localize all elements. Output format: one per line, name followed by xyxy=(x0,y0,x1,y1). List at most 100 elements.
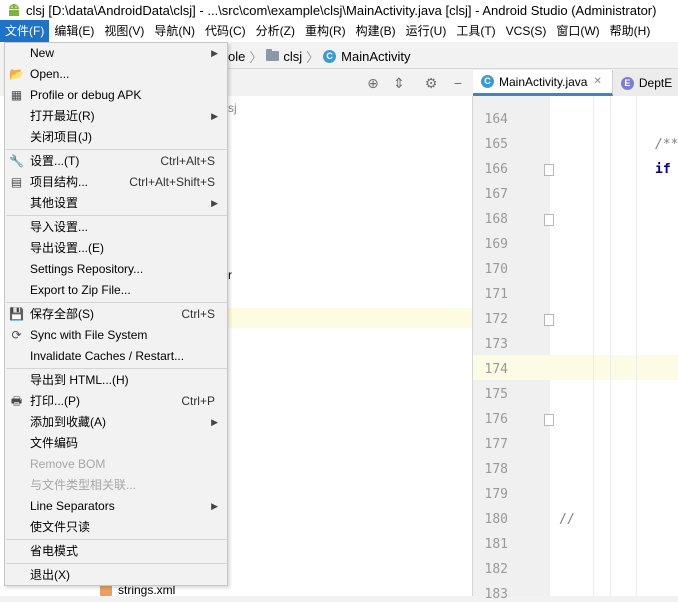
menu-item-label: 打开最近(R) xyxy=(30,109,95,123)
menu-file[interactable]: 文件(F) xyxy=(0,20,50,42)
tree-row-selected[interactable] xyxy=(228,308,472,328)
fold-marker[interactable] xyxy=(544,314,554,326)
line-number: 164 xyxy=(484,112,508,127)
menu-code[interactable]: 代码(C) xyxy=(200,20,251,42)
menu-item-make-read-only[interactable]: 使文件只读 xyxy=(5,517,227,538)
menu-item-export-settings[interactable]: 导出设置...(E) xyxy=(5,238,227,259)
menu-item-label: 打印...(P) xyxy=(30,394,80,408)
menu-analyze[interactable]: 分析(Z) xyxy=(251,20,300,42)
menu-item-label: Sync with File System xyxy=(30,328,148,342)
menu-edit[interactable]: 编辑(E) xyxy=(49,20,99,42)
menu-item-label: 项目结构... xyxy=(30,175,89,189)
breadcrumb-item-package[interactable]: clsj xyxy=(266,49,302,64)
code-comment: /** xyxy=(655,137,678,152)
breadcrumb: ole 〉 clsj 〉 C MainActivity xyxy=(228,44,678,69)
menu-item-settings-repository[interactable]: Settings Repository... xyxy=(5,259,227,280)
menu-item-sync-file-system[interactable]: ⟳ Sync with File System xyxy=(5,325,227,346)
menu-item-close-project[interactable]: 关闭项目(J) xyxy=(5,127,227,148)
menu-item-label: New xyxy=(30,46,55,60)
menu-view[interactable]: 视图(V) xyxy=(99,20,149,42)
menu-run[interactable]: 运行(U) xyxy=(401,20,452,42)
locate-icon[interactable]: ⊕ xyxy=(365,75,381,91)
class-icon: C xyxy=(481,75,494,88)
menu-item-settings[interactable]: 🔧 设置...(T) Ctrl+Alt+S xyxy=(5,151,227,172)
menu-item-open[interactable]: 📂 Open... xyxy=(5,64,227,85)
folder-icon xyxy=(266,49,280,61)
menu-tools[interactable]: 工具(T) xyxy=(451,20,500,42)
menu-item-label: 保存全部(S) xyxy=(30,307,94,321)
menu-item-line-separators[interactable]: Line Separators ▶ xyxy=(5,496,227,517)
menu-separator xyxy=(6,215,227,216)
menu-item-print[interactable]: 🖶 打印...(P) Ctrl+P xyxy=(5,391,227,412)
menu-item-recent-projects[interactable]: 打开最近(R) ▶ xyxy=(5,106,227,127)
save-icon: 💾 xyxy=(9,307,24,321)
menu-item-remove-bom: Remove BOM xyxy=(5,454,227,475)
line-number: 183 xyxy=(484,587,508,602)
menu-separator xyxy=(6,149,227,150)
menu-separator xyxy=(6,368,227,369)
project-structure-icon: ▤ xyxy=(10,175,23,189)
submenu-arrow-icon: ▶ xyxy=(211,111,218,121)
window-title: clsj [D:\data\AndroidData\clsj] - ...\sr… xyxy=(26,2,657,18)
submenu-arrow-icon: ▶ xyxy=(211,417,218,427)
menu-item-add-to-favorites[interactable]: 添加到收藏(A) ▶ xyxy=(5,412,227,433)
close-icon[interactable]: ✕ xyxy=(593,76,601,87)
menu-item-power-save-mode[interactable]: 省电模式 xyxy=(5,541,227,562)
menu-item-exit[interactable]: 退出(X) xyxy=(5,565,227,586)
line-number: 173 xyxy=(484,337,508,352)
menu-item-shortcut: Ctrl+S xyxy=(181,307,215,321)
menu-item-invalidate-caches[interactable]: Invalidate Caches / Restart... xyxy=(5,346,227,367)
menu-item-label: 省电模式 xyxy=(30,544,79,558)
menu-item-label: 导入设置... xyxy=(30,220,89,234)
code-keyword: if xyxy=(655,162,671,177)
menu-separator xyxy=(6,539,227,540)
menu-item-project-structure[interactable]: ▤ 项目结构... Ctrl+Alt+Shift+S xyxy=(5,172,227,193)
tab-dept[interactable]: E DeptE xyxy=(613,70,678,96)
menu-item-label: 导出设置...(E) xyxy=(30,241,104,255)
project-panel-toolbar: ⊕ ⇕ ⚙ − xyxy=(228,70,472,97)
wrench-icon: 🔧 xyxy=(9,154,24,168)
menu-item-export-zip[interactable]: Export to Zip File... xyxy=(5,280,227,301)
menu-window[interactable]: 窗口(W) xyxy=(551,20,604,42)
menu-vcs[interactable]: VCS(S) xyxy=(501,20,552,42)
menu-item-save-all[interactable]: 💾 保存全部(S) Ctrl+S xyxy=(5,304,227,325)
collapse-all-icon[interactable]: ⇕ xyxy=(391,75,407,91)
menu-separator xyxy=(6,302,227,303)
line-number: 168 xyxy=(484,212,508,227)
profile-apk-icon: ▦ xyxy=(10,88,23,102)
menu-item-profile-debug-apk[interactable]: ▦ Profile or debug APK xyxy=(5,85,227,106)
indent-guide xyxy=(610,96,611,596)
indent-guide xyxy=(593,96,594,596)
menu-item-export-html[interactable]: 导出到 HTML...(H) xyxy=(5,370,227,391)
line-number: 177 xyxy=(484,437,508,452)
breadcrumb-item-module[interactable]: ole xyxy=(228,49,245,64)
menu-item-other-settings[interactable]: 其他设置 ▶ xyxy=(5,193,227,214)
menu-item-new[interactable]: New ▶ xyxy=(5,43,227,64)
fold-marker[interactable] xyxy=(544,164,554,176)
sync-icon: ⟳ xyxy=(11,328,22,342)
chevron-right-icon: 〉 xyxy=(306,49,320,65)
fold-marker[interactable] xyxy=(544,214,554,226)
menu-build[interactable]: 构建(B) xyxy=(351,20,401,42)
chevron-right-icon: 〉 xyxy=(249,49,263,65)
menu-help[interactable]: 帮助(H) xyxy=(605,20,656,42)
breadcrumb-item-class[interactable]: C MainActivity xyxy=(323,49,411,64)
menu-item-label: Profile or debug APK xyxy=(30,88,142,102)
tab-main-activity[interactable]: C MainActivity.java ✕ xyxy=(473,70,613,96)
code-comment: // xyxy=(559,512,575,527)
line-number: 175 xyxy=(484,387,508,402)
menu-item-label: 使文件只读 xyxy=(30,520,91,534)
line-number: 178 xyxy=(484,462,508,477)
menu-item-label: 与文件类型相关联... xyxy=(30,478,137,492)
hide-icon[interactable]: − xyxy=(450,75,466,91)
menu-refactor[interactable]: 重构(R) xyxy=(300,20,351,42)
menu-item-label: Open... xyxy=(30,67,70,81)
gear-icon[interactable]: ⚙ xyxy=(423,75,439,91)
menu-item-import-settings[interactable]: 导入设置... xyxy=(5,217,227,238)
menu-item-label: Export to Zip File... xyxy=(30,283,131,297)
fold-marker[interactable] xyxy=(544,414,554,426)
line-number: 176 xyxy=(484,412,508,427)
menu-navigate[interactable]: 导航(N) xyxy=(149,20,200,42)
menu-item-file-encoding[interactable]: 文件编码 xyxy=(5,433,227,454)
line-number: 172 xyxy=(484,312,508,327)
